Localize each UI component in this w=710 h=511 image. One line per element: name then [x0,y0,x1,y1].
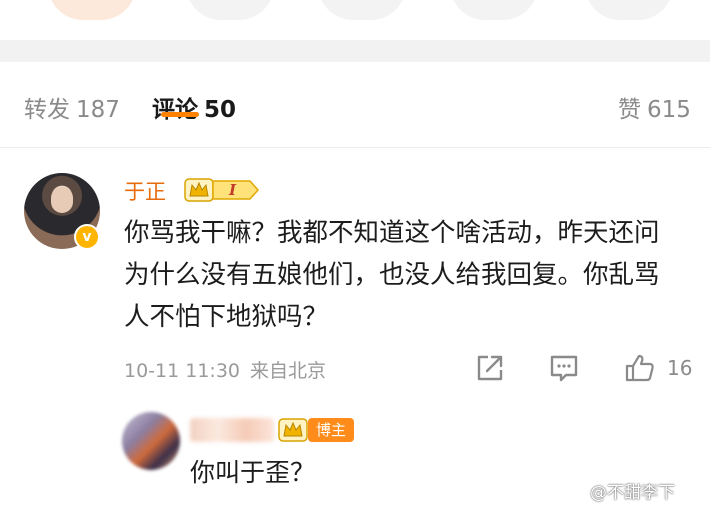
comment-text: 你骂我干嘛？我都不知道这个啥活动，昨天还问为什么没有五娘他们，也没人给我回复。你… [124,218,660,332]
share-icon[interactable] [474,352,506,384]
watermark: @不甜李下 [590,483,675,503]
reply-crown-icon [278,418,308,442]
action-circle-4[interactable] [450,0,538,20]
reply-username-blurred[interactable] [190,418,274,442]
action-circle-5[interactable] [585,0,673,20]
tab-repost-count: 187 [76,97,120,123]
comment-icon[interactable] [548,352,580,384]
crown-level-badge-icon: I [184,178,260,202]
tab-comment-count: 50 [204,97,237,123]
comment-username[interactable]: 于正 [124,176,166,206]
level-badge-text: I [228,181,237,199]
tab-like[interactable]: 赞 615 [618,90,691,124]
section-divider [0,40,710,62]
thumbs-up-icon[interactable] [624,352,656,384]
avatar-face [51,187,73,213]
comment-source: 来自北京 [250,360,327,382]
tab-comment-label: 评论 [152,97,198,123]
comment-meta: 10-11 11:30 来自北京 [124,356,326,383]
reply-avatar[interactable] [122,412,180,470]
blogger-badge: 博主 [308,418,354,442]
tab-like-count: 615 [647,97,691,123]
active-tab-indicator [161,112,199,117]
action-circle-1[interactable] [48,0,136,20]
verified-icon: v [74,224,100,250]
tab-like-label: 赞 [618,97,641,123]
like-count: 16 [667,356,693,380]
action-circle-3[interactable] [318,0,406,20]
tab-repost[interactable]: 转发 187 [24,90,120,124]
reply-text: 你叫于歪？ [190,458,316,487]
comment-timestamp: 10-11 11:30 [124,360,241,382]
comment-tabs: 转发 187 评论 50 赞 615 [0,62,710,148]
tab-comment[interactable]: 评论 50 [152,90,236,124]
tab-repost-label: 转发 [24,97,70,123]
top-action-strip [0,0,710,40]
action-circle-2[interactable] [186,0,274,20]
